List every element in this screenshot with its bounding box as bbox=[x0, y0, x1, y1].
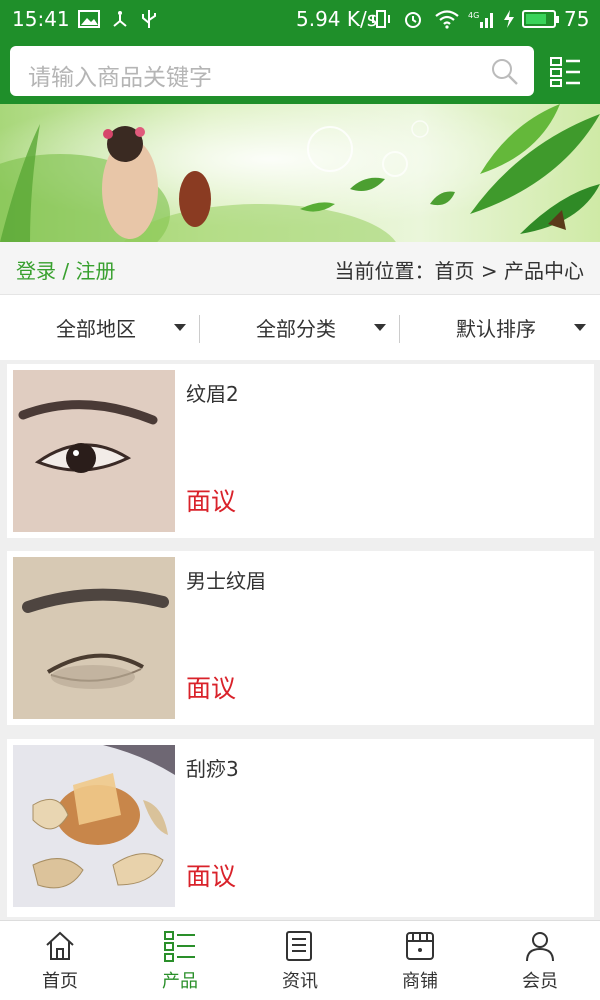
bottom-tab-bar: 首页 产品 资讯 商铺 会员 bbox=[0, 920, 600, 1000]
product-price: 面议 bbox=[186, 674, 237, 703]
product-name: 刮痧3 bbox=[186, 757, 239, 781]
filter-sort[interactable]: 默认排序 bbox=[400, 295, 600, 361]
battery-indicator bbox=[522, 10, 559, 28]
category-menu-icon[interactable] bbox=[546, 52, 586, 90]
status-bar: 15:41 5.94 K/s 4G 75 bbox=[0, 0, 600, 38]
wifi-icon bbox=[435, 10, 459, 29]
product-item[interactable]: 男士纹眉 面议 bbox=[7, 551, 594, 725]
vibrate-icon bbox=[372, 10, 390, 28]
filter-region-label: 全部地区 bbox=[56, 317, 136, 341]
product-name: 纹眉2 bbox=[186, 382, 239, 406]
tab-products[interactable]: 产品 bbox=[120, 921, 240, 1000]
svg-text:4G: 4G bbox=[468, 11, 479, 20]
tab-member[interactable]: 会员 bbox=[480, 921, 600, 1000]
status-time: 15:41 bbox=[12, 7, 70, 31]
tab-news[interactable]: 资讯 bbox=[240, 921, 360, 1000]
image-icon bbox=[78, 10, 100, 28]
store-icon bbox=[406, 932, 434, 960]
network-speed: 5.94 K/s bbox=[296, 7, 378, 31]
dropdown-arrow-icon bbox=[174, 324, 186, 331]
filter-category[interactable]: 全部分类 bbox=[200, 295, 400, 361]
location-bar: 登录 / 注册 当前位置：首页 > 产品中心 bbox=[0, 242, 600, 294]
product-name: 男士纹眉 bbox=[186, 569, 266, 593]
tab-products-label: 产品 bbox=[162, 971, 198, 992]
tab-member-label: 会员 bbox=[522, 971, 558, 992]
usb-share-icon bbox=[113, 11, 127, 27]
filter-category-label: 全部分类 bbox=[256, 317, 336, 341]
product-item[interactable]: 纹眉2 面议 bbox=[7, 364, 594, 538]
product-price: 面议 bbox=[186, 487, 237, 516]
promo-banner[interactable] bbox=[0, 104, 600, 242]
alarm-icon bbox=[405, 12, 421, 28]
product-item[interactable]: 刮痧3 面议 bbox=[7, 739, 594, 917]
product-image bbox=[13, 370, 175, 532]
filter-bar: 全部地区 全部分类 默认排序 bbox=[0, 294, 600, 360]
news-icon bbox=[286, 931, 312, 961]
tab-home-label: 首页 bbox=[42, 971, 78, 992]
charging-icon bbox=[504, 10, 514, 28]
tab-store-label: 商铺 bbox=[402, 971, 438, 992]
dropdown-arrow-icon bbox=[574, 324, 586, 331]
breadcrumb: 当前位置：首页 > 产品中心 bbox=[334, 259, 584, 283]
battery-percent: 75 bbox=[564, 7, 590, 31]
search-icon[interactable] bbox=[490, 57, 520, 87]
product-price: 面议 bbox=[186, 862, 237, 891]
filter-sort-label: 默认排序 bbox=[456, 317, 536, 341]
login-register-link[interactable]: 登录 / 注册 bbox=[16, 255, 115, 284]
signal-icon: 4G bbox=[468, 11, 493, 28]
tab-store[interactable]: 商铺 bbox=[360, 921, 480, 1000]
list-icon bbox=[164, 931, 195, 962]
tab-home[interactable]: 首页 bbox=[0, 921, 120, 1000]
search-placeholder: 请输入商品关键字 bbox=[28, 65, 212, 91]
app-header: 请输入商品关键字 bbox=[0, 38, 600, 104]
product-image bbox=[13, 745, 175, 907]
search-input[interactable]: 请输入商品关键字 bbox=[10, 46, 534, 96]
banner-image bbox=[0, 104, 600, 242]
usb-icon bbox=[142, 10, 156, 28]
home-icon bbox=[46, 931, 74, 960]
product-image bbox=[13, 557, 175, 719]
filter-region[interactable]: 全部地区 bbox=[0, 295, 200, 361]
user-icon bbox=[526, 932, 554, 962]
dropdown-arrow-icon bbox=[374, 324, 386, 331]
tab-news-label: 资讯 bbox=[282, 971, 318, 992]
